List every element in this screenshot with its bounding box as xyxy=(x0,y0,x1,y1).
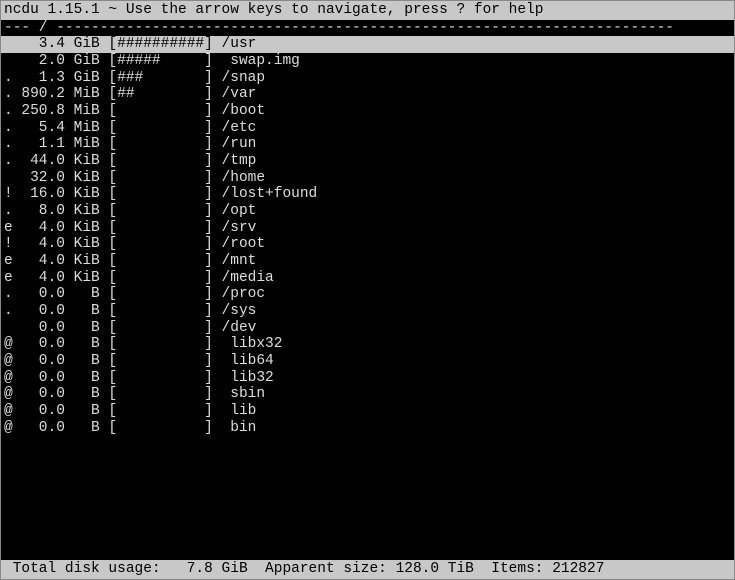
list-item[interactable]: @ 0.0 B [ ] bin xyxy=(1,420,734,437)
list-item[interactable]: ! 4.0 KiB [ ] /root xyxy=(1,236,734,253)
title-bar: ncdu 1.15.1 ~ Use the arrow keys to navi… xyxy=(1,1,734,20)
path-line: --- / ----------------------------------… xyxy=(1,20,734,37)
list-item[interactable]: . 0.0 B [ ] /proc xyxy=(1,286,734,303)
list-item[interactable]: . 0.0 B [ ] /sys xyxy=(1,303,734,320)
list-item[interactable]: 2.0 GiB [##### ] swap.img xyxy=(1,53,734,70)
list-item[interactable]: 0.0 B [ ] /dev xyxy=(1,320,734,337)
list-item[interactable]: . 8.0 KiB [ ] /opt xyxy=(1,203,734,220)
list-item[interactable]: . 5.4 MiB [ ] /etc xyxy=(1,120,734,137)
list-item[interactable]: @ 0.0 B [ ] lib xyxy=(1,403,734,420)
list-item[interactable]: @ 0.0 B [ ] lib64 xyxy=(1,353,734,370)
list-item[interactable]: e 4.0 KiB [ ] /srv xyxy=(1,220,734,237)
list-item[interactable]: . 1.3 GiB [### ] /snap xyxy=(1,70,734,87)
list-item[interactable]: . 44.0 KiB [ ] /tmp xyxy=(1,153,734,170)
list-item[interactable]: 3.4 GiB [##########] /usr xyxy=(1,36,734,53)
list-item[interactable]: . 1.1 MiB [ ] /run xyxy=(1,136,734,153)
file-listing[interactable]: 3.4 GiB [##########] /usr 2.0 GiB [#####… xyxy=(1,36,734,560)
list-item[interactable]: . 890.2 MiB [## ] /var xyxy=(1,86,734,103)
list-item[interactable]: e 4.0 KiB [ ] /media xyxy=(1,270,734,287)
list-item[interactable]: @ 0.0 B [ ] lib32 xyxy=(1,370,734,387)
list-item[interactable]: 32.0 KiB [ ] /home xyxy=(1,170,734,187)
list-item[interactable]: @ 0.0 B [ ] sbin xyxy=(1,386,734,403)
ncdu-terminal[interactable]: ncdu 1.15.1 ~ Use the arrow keys to navi… xyxy=(0,0,735,580)
list-item[interactable]: . 250.8 MiB [ ] /boot xyxy=(1,103,734,120)
list-item[interactable]: e 4.0 KiB [ ] /mnt xyxy=(1,253,734,270)
status-bar: Total disk usage: 7.8 GiB Apparent size:… xyxy=(1,560,734,579)
list-item[interactable]: @ 0.0 B [ ] libx32 xyxy=(1,336,734,353)
list-item[interactable]: ! 16.0 KiB [ ] /lost+found xyxy=(1,186,734,203)
